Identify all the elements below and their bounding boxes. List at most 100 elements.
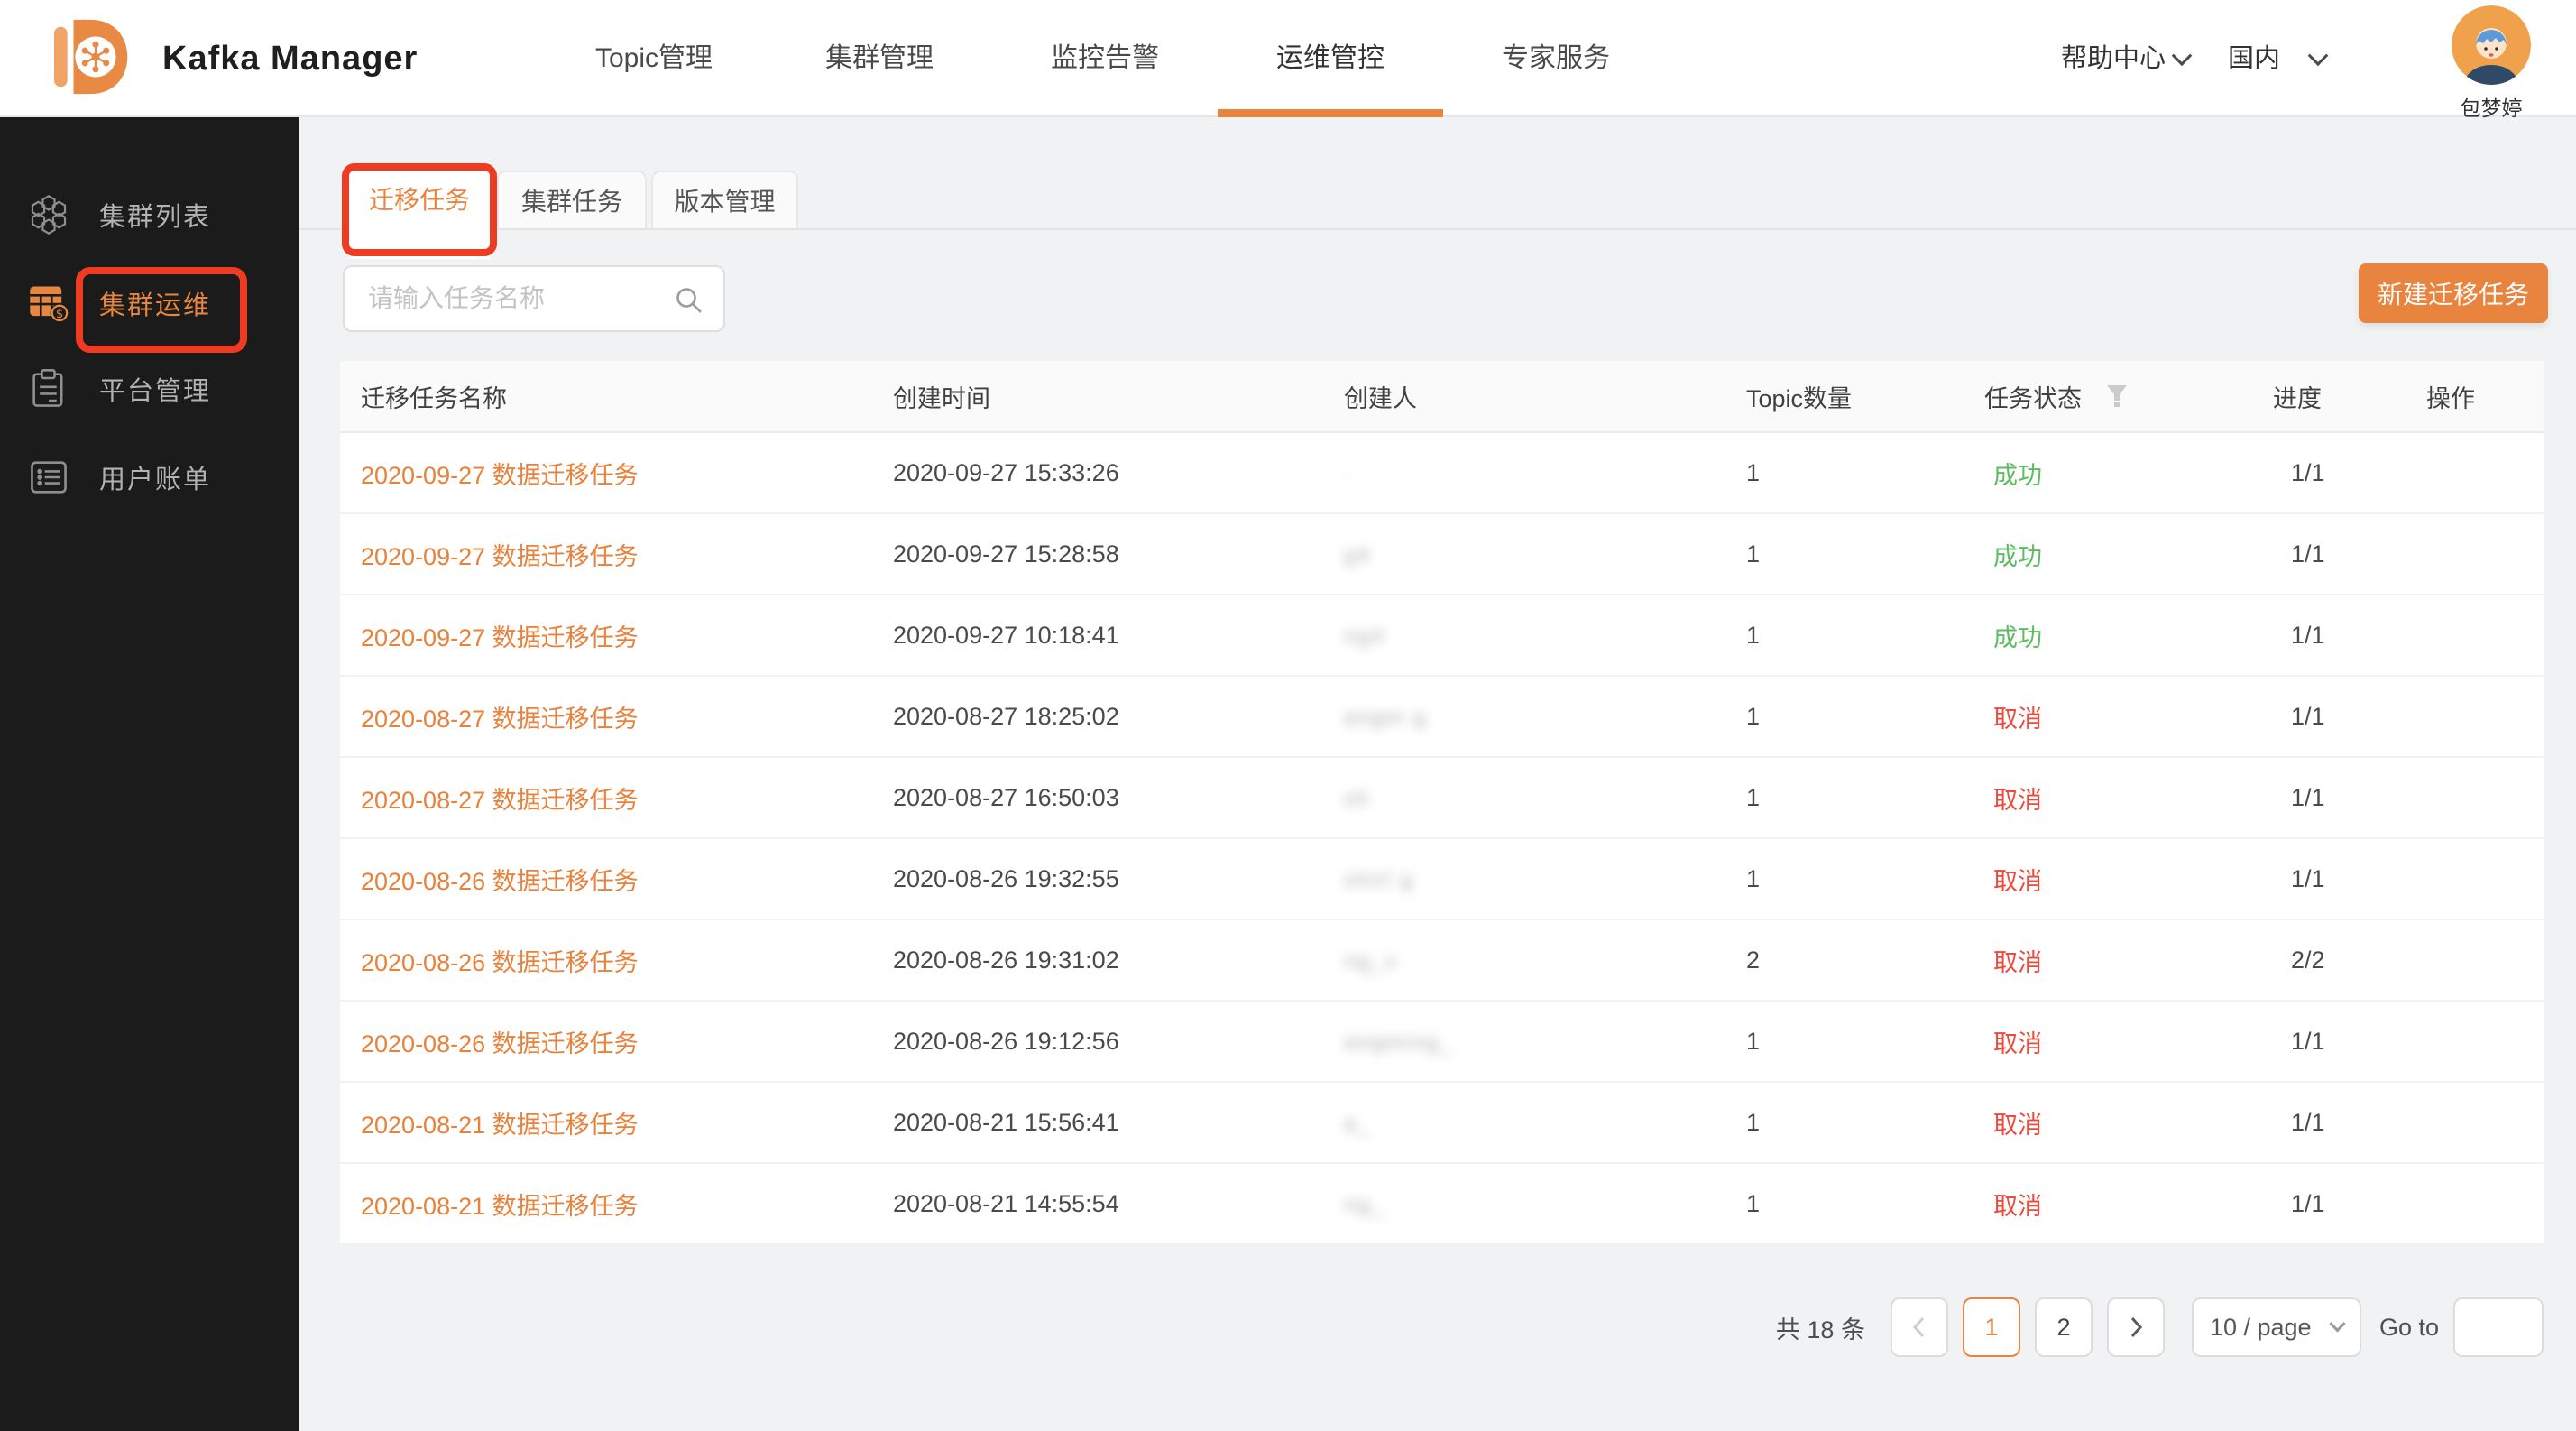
region-select[interactable]: 国内 bbox=[2228, 0, 2325, 117]
task-name-link[interactable]: 2020-08-26 数据迁移任务 bbox=[361, 949, 639, 976]
sidebar-item-user-billing[interactable]: 用户账单 bbox=[0, 434, 299, 521]
brand[interactable]: Kafka Manager bbox=[52, 0, 418, 117]
status-badge: 取消 bbox=[1993, 780, 2042, 816]
migration-task-table: 迁移任务名称 创建时间 创建人 Topic数量 任务状态 进度 操作 2020- bbox=[340, 361, 2544, 1245]
table-row: 2020-09-27 数据迁移任务 2020-09-27 15:28:58 g4… bbox=[340, 514, 2544, 595]
progress-cell: 2/2 bbox=[2273, 946, 2426, 974]
task-search-input[interactable] bbox=[345, 267, 723, 330]
progress-cell: 1/1 bbox=[2273, 784, 2426, 812]
task-name-link[interactable]: 2020-08-21 数据迁移任务 bbox=[361, 1112, 639, 1139]
hexagon-cluster-icon bbox=[27, 193, 70, 236]
progress-cell: 1/1 bbox=[2273, 1028, 2426, 1056]
user-menu[interactable]: 包梦婷 bbox=[2446, 5, 2536, 122]
col-header-topic-count: Topic数量 bbox=[1741, 379, 1984, 414]
sidebar: 集群列表 $ 集群运维 bbox=[0, 117, 299, 1431]
creator-redacted: shirl g bbox=[1344, 868, 1414, 892]
creator-redacted: a_ bbox=[1344, 1112, 1372, 1136]
goto-label: Go to bbox=[2379, 1314, 2439, 1342]
topic-count-cell: 2 bbox=[1741, 946, 1984, 974]
create-time-cell: 2020-08-26 19:31:02 bbox=[893, 946, 1344, 974]
pagination-page-1[interactable]: 1 bbox=[1963, 1297, 2020, 1357]
col-header-creator: 创建人 bbox=[1344, 379, 1741, 414]
create-time-cell: 2020-09-27 15:33:26 bbox=[893, 459, 1344, 487]
topic-count-cell: 1 bbox=[1741, 540, 1984, 568]
task-name-link[interactable]: 2020-09-27 数据迁移任务 bbox=[361, 624, 639, 651]
topic-count-cell: 1 bbox=[1741, 1190, 1984, 1218]
nav-cluster-management[interactable]: 集群管理 bbox=[767, 0, 992, 117]
nav-ops-control[interactable]: 运维管控 bbox=[1218, 0, 1443, 117]
progress-cell: 1/1 bbox=[2273, 1190, 2426, 1218]
sidebar-item-label: 集群列表 bbox=[99, 196, 211, 234]
clipboard-icon bbox=[27, 367, 70, 411]
task-name-link[interactable]: 2020-08-27 数据迁移任务 bbox=[361, 787, 639, 814]
avatar bbox=[2452, 73, 2531, 88]
sidebar-item-platform-management[interactable]: 平台管理 bbox=[0, 346, 299, 432]
task-search-box bbox=[343, 265, 725, 332]
create-time-cell: 2020-08-21 15:56:41 bbox=[893, 1109, 1344, 1137]
tab-version-management[interactable]: 版本管理 bbox=[651, 171, 798, 228]
table-row: 2020-08-26 数据迁移任务 2020-08-26 19:31:02 ng… bbox=[340, 920, 2544, 1002]
chevron-down-icon bbox=[2329, 1316, 2345, 1332]
table-row: 2020-08-26 数据迁移任务 2020-08-26 19:32:55 sh… bbox=[340, 839, 2544, 920]
help-center-menu[interactable]: 帮助中心 bbox=[2061, 0, 2189, 117]
tab-cluster-tasks[interactable]: 集群任务 bbox=[497, 171, 647, 228]
table-row: 2020-08-26 数据迁移任务 2020-08-26 19:12:56 an… bbox=[340, 1002, 2544, 1083]
task-name-link[interactable]: 2020-08-27 数据迁移任务 bbox=[361, 706, 639, 733]
creator-redacted: ng_v bbox=[1344, 949, 1398, 974]
create-time-cell: 2020-09-27 15:28:58 bbox=[893, 540, 1344, 568]
search-icon[interactable] bbox=[673, 284, 705, 317]
sidebar-item-cluster-ops[interactable]: $ 集群运维 bbox=[0, 260, 299, 346]
topic-count-cell: 1 bbox=[1741, 1109, 1984, 1137]
creator-redacted: angming_ bbox=[1344, 1030, 1453, 1055]
filter-funnel-icon[interactable] bbox=[2105, 383, 2129, 409]
create-time-cell: 2020-08-26 19:32:55 bbox=[893, 865, 1344, 893]
main-content: 迁移任务 集群任务 版本管理 新建迁移任务 迁移任务名称 创建时间 创建人 To… bbox=[299, 117, 2576, 1431]
status-badge: 取消 bbox=[1993, 943, 2042, 978]
nav-topic-management[interactable]: Topic管理 bbox=[541, 0, 767, 117]
table-row: 2020-09-27 数据迁移任务 2020-09-27 15:33:26 · … bbox=[340, 433, 2544, 514]
topic-count-cell: 1 bbox=[1741, 703, 1984, 731]
sidebar-item-cluster-list[interactable]: 集群列表 bbox=[0, 171, 299, 258]
task-name-link[interactable]: 2020-08-26 数据迁移任务 bbox=[361, 868, 639, 895]
create-time-cell: 2020-08-21 14:55:54 bbox=[893, 1190, 1344, 1218]
create-time-cell: 2020-08-26 19:12:56 bbox=[893, 1028, 1344, 1056]
create-time-cell: 2020-08-27 18:25:02 bbox=[893, 703, 1344, 731]
sidebar-item-label: 用户账单 bbox=[99, 458, 211, 496]
progress-cell: 1/1 bbox=[2273, 622, 2426, 650]
goto-page-input[interactable] bbox=[2453, 1297, 2544, 1357]
table-row: 2020-08-27 数据迁移任务 2020-08-27 16:50:03 sh… bbox=[340, 758, 2544, 839]
status-badge: 成功 bbox=[1993, 537, 2042, 572]
status-badge: 取消 bbox=[1993, 699, 2042, 734]
table-header-row: 迁移任务名称 创建时间 创建人 Topic数量 任务状态 进度 操作 bbox=[340, 361, 2544, 433]
progress-cell: 1/1 bbox=[2273, 540, 2426, 568]
tab-bar: 迁移任务 集群任务 版本管理 bbox=[299, 149, 2576, 230]
pagination-page-2[interactable]: 2 bbox=[2035, 1297, 2093, 1357]
topic-count-cell: 1 bbox=[1741, 784, 1984, 812]
nav-monitor-alert[interactable]: 监控告警 bbox=[992, 0, 1218, 117]
tab-migration-tasks[interactable]: 迁移任务 bbox=[348, 171, 491, 259]
table-row: 2020-08-21 数据迁移任务 2020-08-21 15:56:41 a_… bbox=[340, 1083, 2544, 1164]
topic-count-cell: 1 bbox=[1741, 865, 1984, 893]
sidebar-item-label: 平台管理 bbox=[99, 370, 211, 408]
page-size-select[interactable]: 10 / page bbox=[2192, 1297, 2361, 1357]
create-migration-task-button[interactable]: 新建迁移任务 bbox=[2359, 263, 2548, 323]
task-name-link[interactable]: 2020-08-26 数据迁移任务 bbox=[361, 1030, 639, 1057]
topic-count-cell: 1 bbox=[1741, 1028, 1984, 1056]
progress-cell: 1/1 bbox=[2273, 459, 2426, 487]
pagination: 共 18 条 1 2 10 / page Go to bbox=[1776, 1297, 2544, 1357]
progress-cell: 1/1 bbox=[2273, 703, 2426, 731]
task-name-link[interactable]: 2020-09-27 数据迁移任务 bbox=[361, 462, 639, 489]
task-name-link[interactable]: 2020-08-21 数据迁移任务 bbox=[361, 1193, 639, 1220]
billing-table-icon: $ bbox=[27, 282, 70, 325]
creator-redacted: g4 bbox=[1344, 543, 1372, 568]
pagination-prev-button[interactable] bbox=[1891, 1297, 1948, 1357]
status-badge: 取消 bbox=[1993, 1105, 2042, 1140]
table-row: 2020-08-21 数据迁移任务 2020-08-21 14:55:54 ng… bbox=[340, 1164, 2544, 1245]
status-badge: 成功 bbox=[1993, 618, 2042, 653]
table-row: 2020-09-27 数据迁移任务 2020-09-27 10:18:41 ng… bbox=[340, 595, 2544, 677]
task-name-link[interactable]: 2020-09-27 数据迁移任务 bbox=[361, 543, 639, 570]
pagination-next-button[interactable] bbox=[2107, 1297, 2165, 1357]
nav-expert-service[interactable]: 专家服务 bbox=[1443, 0, 1669, 117]
table-row: 2020-08-27 数据迁移任务 2020-08-27 18:25:02 an… bbox=[340, 677, 2544, 758]
app-title: Kafka Manager bbox=[162, 40, 418, 78]
